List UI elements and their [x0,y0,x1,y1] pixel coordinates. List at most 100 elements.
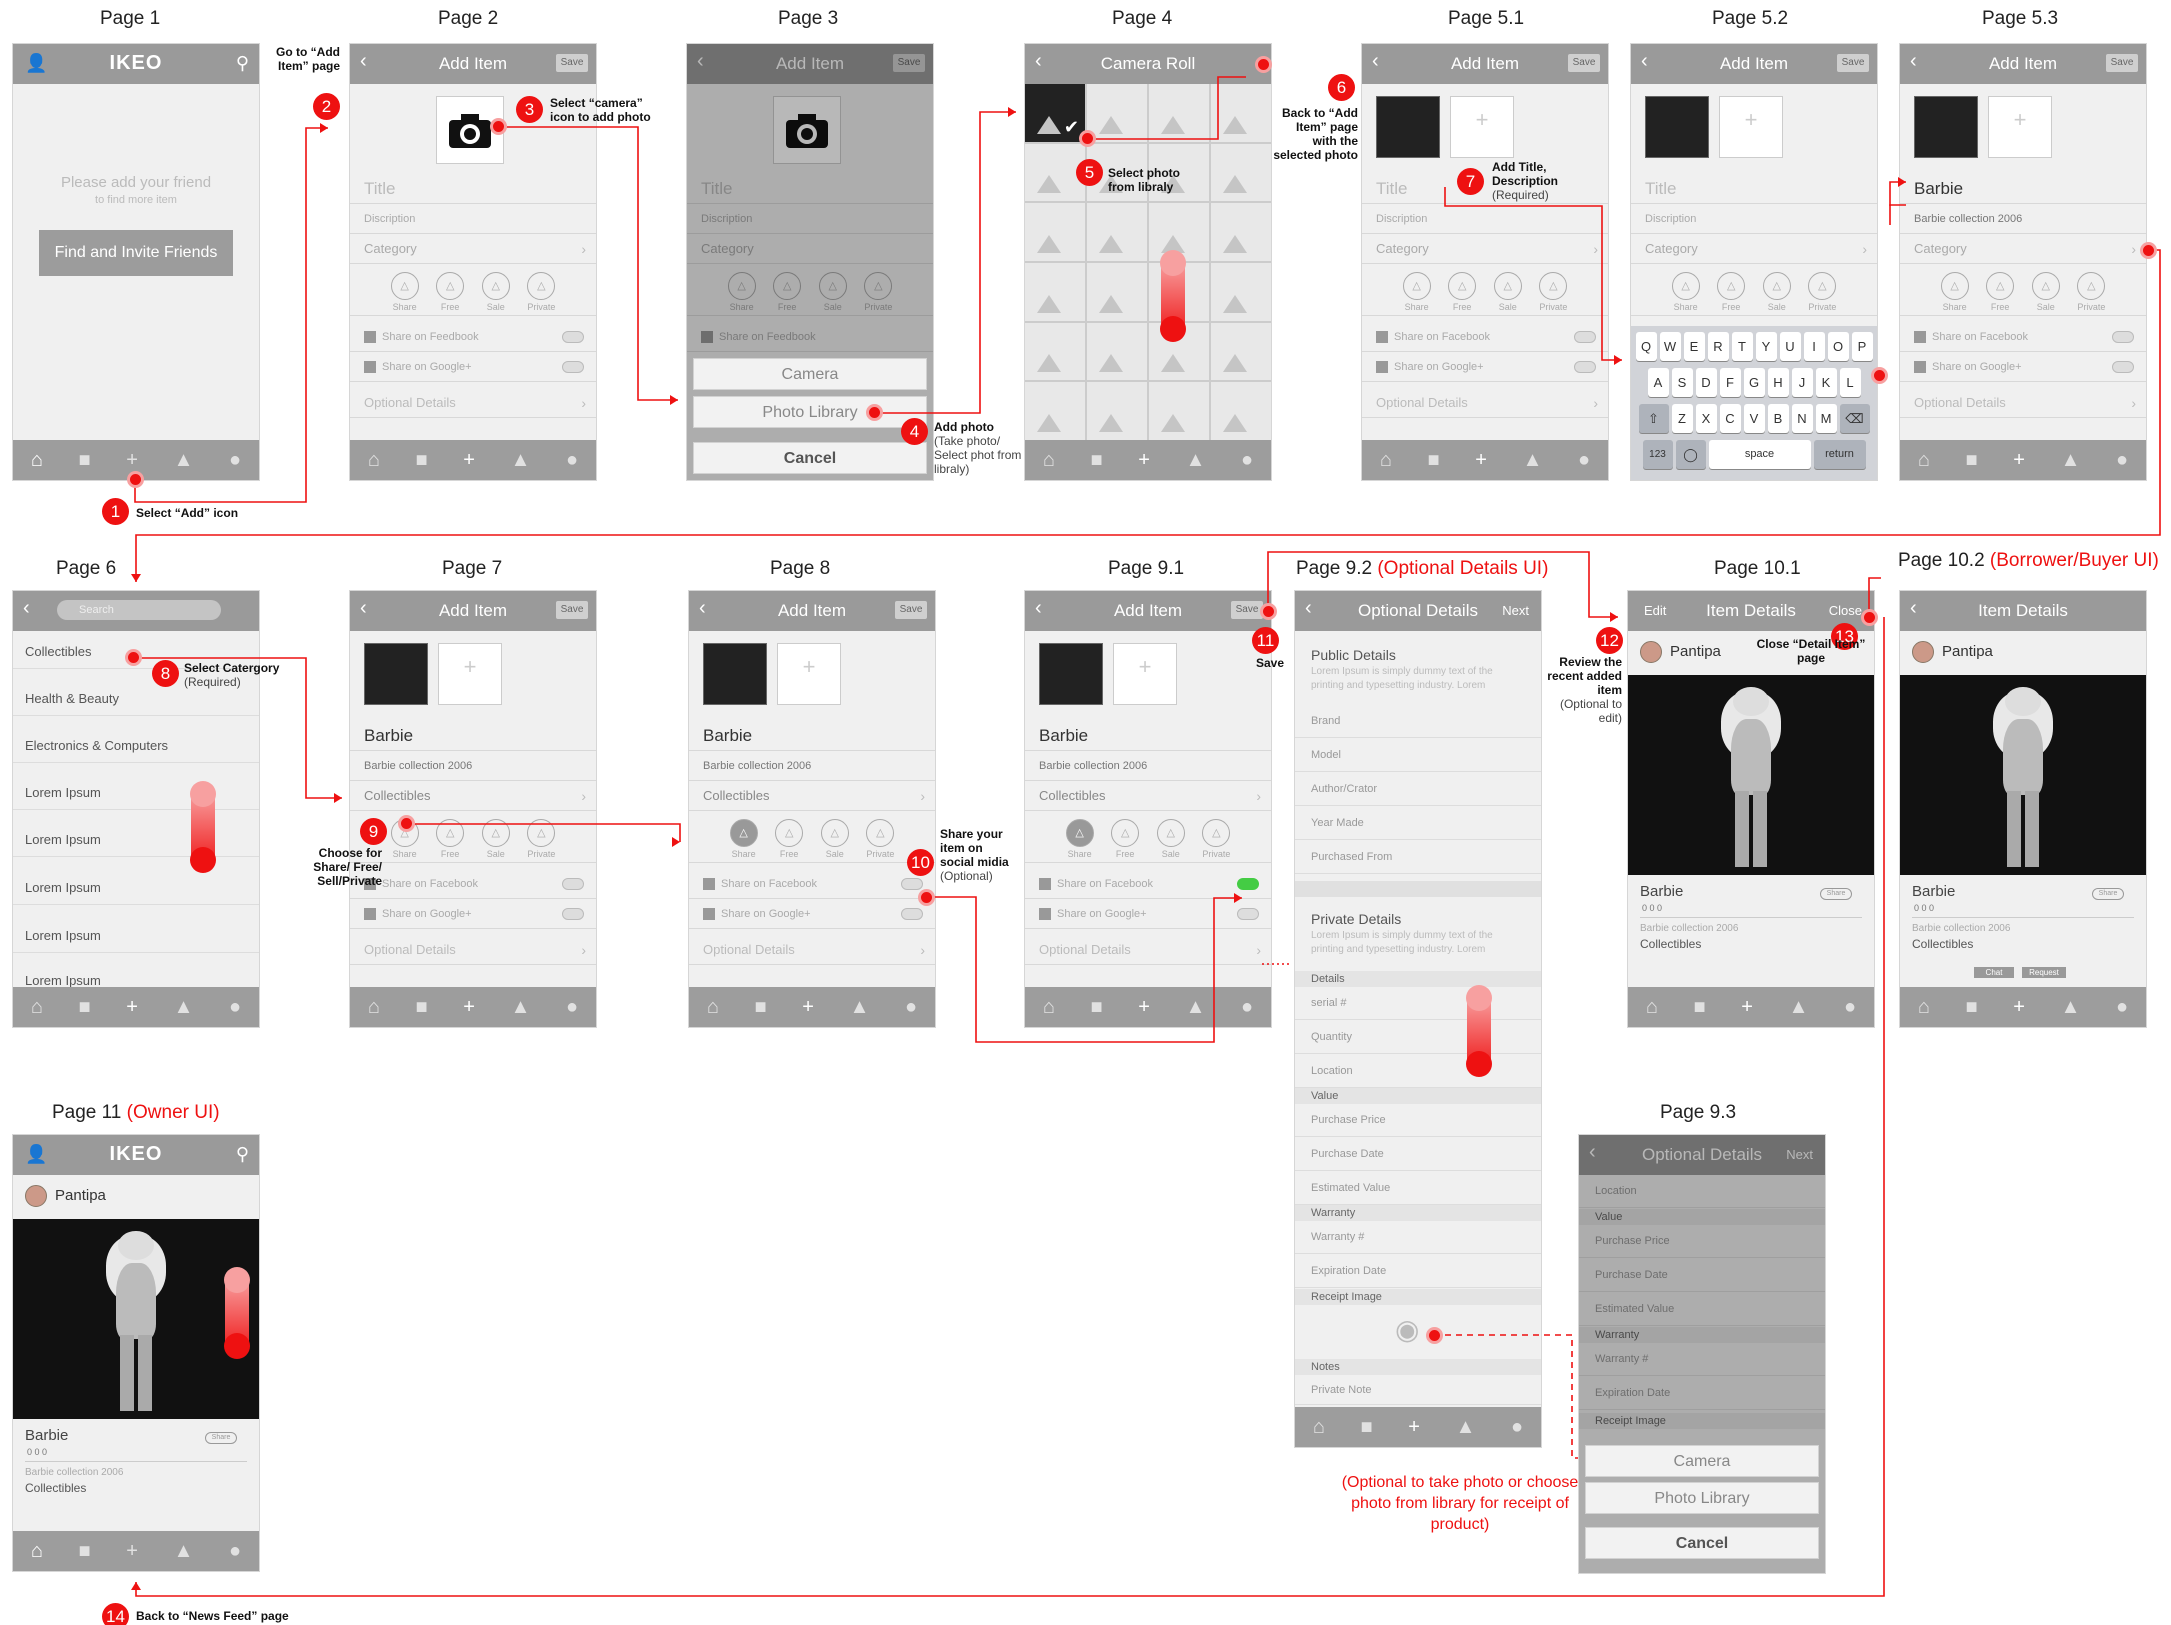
chat-button[interactable]: Chat [1974,967,2014,978]
estimated-value-field[interactable]: Estimated Value [1295,1172,1541,1205]
add-icon[interactable]: + [126,996,138,1019]
category-item[interactable]: Lorem Ipsum [13,871,259,905]
description-field[interactable]: Barbie collection 2006 [350,751,596,781]
share-button[interactable]: Share [205,1432,237,1444]
purchase-price-field[interactable]: Purchase Price [1295,1104,1541,1137]
home-icon[interactable]: ⌂ [31,1540,43,1563]
share-option[interactable]: △ Share [1402,266,1432,315]
model-field[interactable]: Model [1295,739,1541,772]
description-field[interactable]: Discription [1362,204,1608,234]
add-icon[interactable]: + [463,996,475,1019]
profile-icon[interactable]: ● [566,449,578,472]
facebook-toggle[interactable] [1574,331,1596,343]
home-icon[interactable]: ⌂ [368,996,380,1019]
cancel-button[interactable]: Cancel [1585,1527,1819,1559]
sale-option[interactable]: △ Sale [481,813,511,862]
category-row[interactable]: Category › [1631,234,1877,264]
profile-icon[interactable]: ● [905,996,917,1019]
photo-thumb[interactable] [1025,382,1085,440]
sale-option[interactable]: △ Sale [1762,266,1792,315]
photo-thumb[interactable] [1211,203,1271,261]
private-option[interactable]: △ Private [526,266,556,315]
key-n[interactable]: N [1791,404,1813,433]
profile-icon[interactable]: ● [1511,1416,1523,1439]
key-a[interactable]: A [1647,368,1669,397]
google-toggle[interactable] [562,908,584,920]
photo-thumb[interactable] [1087,203,1147,261]
expiration-date-field[interactable]: Expiration Date [1295,1255,1541,1288]
home-icon[interactable]: ⌂ [707,996,719,1019]
key-l[interactable]: L [1839,368,1861,397]
category-row[interactable]: Collectibles › [1025,781,1271,811]
add-icon[interactable]: + [126,449,138,472]
photo-thumb[interactable] [1211,322,1271,381]
private-option[interactable]: △ Private [1807,266,1837,315]
google-toggle[interactable] [1237,908,1259,920]
category-row[interactable]: Category › [1900,234,2146,264]
profile-icon[interactable]: ● [2116,996,2128,1019]
key-g[interactable]: G [1743,368,1765,397]
key-w[interactable]: W [1659,332,1681,361]
home-icon[interactable]: ⌂ [31,449,43,472]
title-field[interactable]: Barbie [350,721,596,751]
profile-icon[interactable]: ● [229,449,241,472]
photo-thumb-selected[interactable]: ✔ [1025,84,1085,142]
shift-key[interactable]: ⇧ [1638,404,1669,433]
private-note-field[interactable]: Private Note [1295,1375,1541,1405]
description-field[interactable]: Barbie collection 2006 [1900,204,2146,234]
save-button[interactable]: Save [1837,54,1869,72]
save-button[interactable]: Save [895,601,927,619]
category-item[interactable]: Lorem Ipsum [13,823,259,857]
photo-library-option[interactable]: Photo Library [693,396,927,428]
bell-icon[interactable]: ▲ [1186,996,1206,1019]
profile-icon[interactable]: ● [1241,449,1253,472]
find-invite-friends-button[interactable]: Find and Invite Friends [39,230,233,276]
category-item[interactable]: Lorem Ipsum [13,919,259,953]
bell-icon[interactable]: ▲ [174,996,194,1019]
add-photo-placeholder[interactable]: + [1450,96,1514,158]
photo-thumb[interactable] [1087,322,1147,381]
chat-icon[interactable]: ■ [1966,449,1978,472]
save-button[interactable]: Save [1568,54,1600,72]
google-toggle[interactable] [901,908,923,920]
avatar[interactable] [1640,641,1662,663]
key-t[interactable]: T [1731,332,1753,361]
bell-icon[interactable]: ▲ [174,449,194,472]
profile-icon[interactable]: ● [2116,449,2128,472]
photo-thumb[interactable] [1025,263,1085,321]
photo-thumb[interactable] [1211,143,1271,202]
sale-option[interactable]: △ Sale [1493,266,1523,315]
key-o[interactable]: O [1827,332,1849,361]
photo-thumb[interactable] [1025,203,1085,261]
home-icon[interactable]: ⌂ [1918,449,1930,472]
bell-icon[interactable]: ▲ [511,996,531,1019]
chat-icon[interactable]: ■ [1694,996,1706,1019]
camera-option[interactable]: Camera [693,358,927,390]
key-p[interactable]: P [1851,332,1873,361]
bell-icon[interactable]: ▲ [1789,996,1809,1019]
key-j[interactable]: J [1791,368,1813,397]
share-option-selected[interactable]: △ Share [1065,813,1095,862]
key-c[interactable]: C [1719,404,1741,433]
category-row[interactable]: Collectibles › [689,781,935,811]
photo-thumb[interactable] [1149,84,1209,142]
key-u[interactable]: U [1779,332,1801,361]
bell-icon[interactable]: ▲ [2061,996,2081,1019]
free-option[interactable]: △ Free [1447,266,1477,315]
key-q[interactable]: Q [1635,332,1657,361]
globe-key[interactable]: ◯ [1675,440,1706,469]
sale-option[interactable]: △ Sale [2031,266,2061,315]
request-button[interactable]: Request [2022,967,2066,978]
free-option[interactable]: △ Free [1985,266,2015,315]
chat-icon[interactable]: ■ [416,449,428,472]
back-icon[interactable]: ‹ [23,597,30,620]
chat-icon[interactable]: ■ [416,996,428,1019]
share-button[interactable]: Share [2092,888,2124,900]
photo-thumb[interactable] [1211,382,1271,440]
facebook-toggle[interactable] [2112,331,2134,343]
photo-thumb[interactable] [1087,263,1147,321]
optional-details-row[interactable]: Optional Details › [1900,388,2146,418]
bell-icon[interactable]: ▲ [1456,1416,1476,1439]
free-option[interactable]: △ Free [435,813,465,862]
description-field[interactable]: Barbie collection 2006 [689,751,935,781]
